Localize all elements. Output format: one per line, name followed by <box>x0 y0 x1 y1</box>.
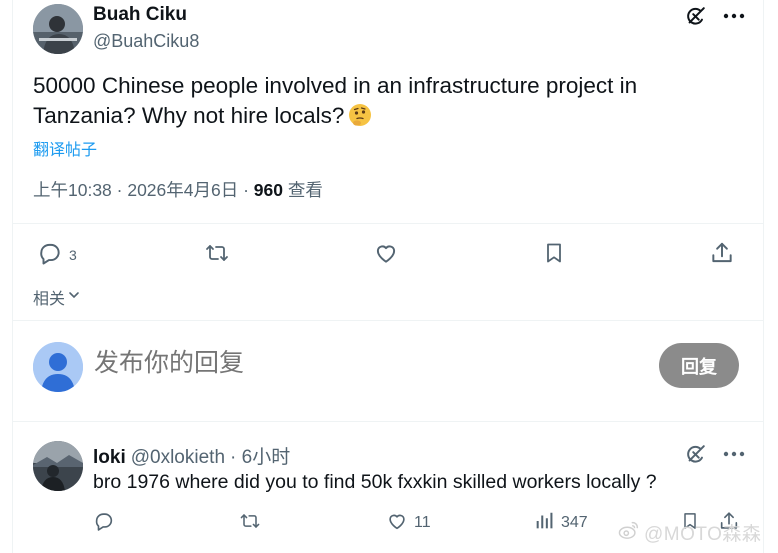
view-count: 960 <box>253 180 283 200</box>
chevron-down-icon <box>67 288 81 307</box>
divider <box>12 421 764 422</box>
retweet-button[interactable] <box>203 240 237 269</box>
more-options-icon[interactable] <box>722 4 746 28</box>
heart-icon <box>373 240 399 269</box>
author-avatar[interactable] <box>33 4 83 54</box>
related-toggle[interactable]: 相关 <box>33 285 81 309</box>
reply-author-name[interactable]: loki <box>93 447 126 469</box>
reply-submit-button[interactable]: 回复 <box>659 343 739 388</box>
divider <box>12 223 764 224</box>
reply-view-count: 347 <box>561 513 588 531</box>
share-icon <box>709 240 735 269</box>
author-name[interactable]: Buah Ciku <box>93 4 187 26</box>
reply-author-handle[interactable]: @0xlokieth <box>131 447 225 469</box>
author-handle[interactable]: @BuahCiku8 <box>93 31 199 52</box>
reply-button[interactable]: 3 <box>37 240 77 269</box>
heart-icon <box>386 510 408 535</box>
post-top-actions <box>684 4 746 28</box>
reply-count: 3 <box>69 246 77 263</box>
related-label: 相关 <box>33 291 66 308</box>
bookmark-button[interactable] <box>542 240 572 269</box>
reply-like-button[interactable]: 11 <box>386 510 431 535</box>
analytics-icon <box>533 510 555 535</box>
share-button[interactable] <box>709 240 735 269</box>
weibo-icon <box>618 520 640 546</box>
watermark-text: @MOTO森森 <box>644 524 762 545</box>
reply-text: bro 1976 where did you to find 50k fxxki… <box>93 471 657 493</box>
retweet-icon <box>203 240 231 269</box>
post-action-bar: 3 <box>37 240 737 268</box>
weibo-watermark: @MOTO森森 <box>618 519 761 546</box>
like-button[interactable] <box>373 240 405 269</box>
view-label: 查看 <box>283 180 323 200</box>
translate-post-link[interactable]: 翻译帖子 <box>33 136 97 160</box>
current-user-avatar <box>33 342 83 392</box>
reply-icon <box>93 510 115 535</box>
thinking-face-icon <box>348 103 372 135</box>
reply-top-actions <box>684 442 746 466</box>
reply-like-count: 11 <box>414 513 431 531</box>
divider <box>12 320 764 321</box>
grok-icon[interactable] <box>684 442 708 466</box>
more-options-icon[interactable] <box>722 442 746 466</box>
reply-header: loki @0xlokieth · 6小时 <box>93 442 290 469</box>
reply-timestamp[interactable]: · 6小时 <box>230 442 290 469</box>
post-meta: 上午10:38 · 2026年4月6日 · 960 查看 <box>33 177 323 202</box>
reply-retweet-button[interactable] <box>238 510 268 535</box>
reply-input[interactable] <box>94 349 614 378</box>
reply-author-avatar[interactable] <box>33 441 83 491</box>
reply-icon <box>37 240 63 269</box>
bookmark-icon <box>542 240 566 269</box>
reply-views-button[interactable]: 347 <box>533 510 588 535</box>
reply-reply-button[interactable] <box>93 510 121 535</box>
retweet-icon <box>238 510 262 535</box>
post-timestamp[interactable]: 上午10:38 · 2026年4月6日 · <box>33 180 254 200</box>
post-body: 50000 Chinese people involved in an infr… <box>33 73 638 128</box>
post-text: 50000 Chinese people involved in an infr… <box>33 71 733 135</box>
grok-icon[interactable] <box>684 4 708 28</box>
